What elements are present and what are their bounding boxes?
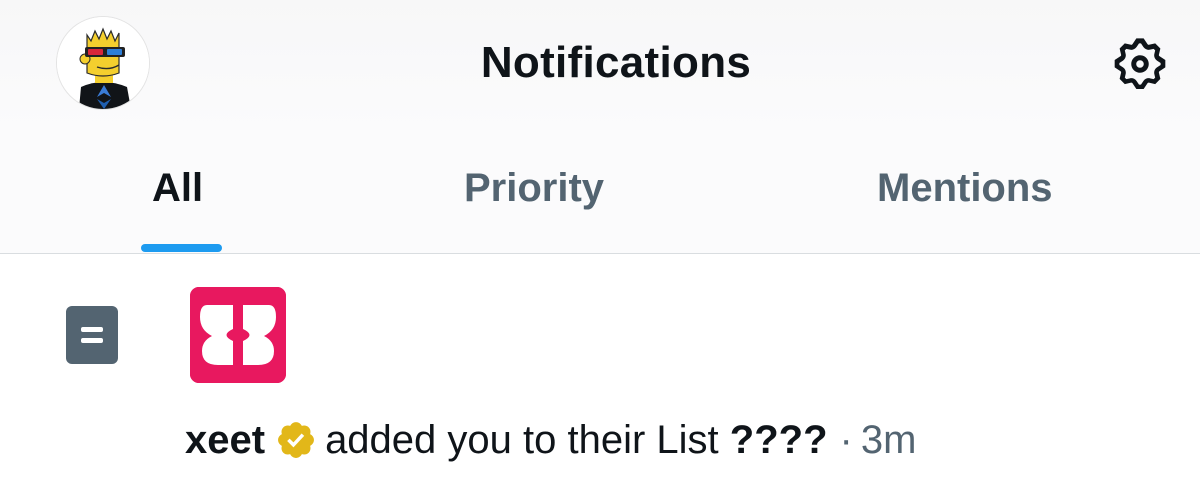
- tab-bar: All Priority Mentions: [0, 130, 1200, 254]
- action-text: added you to their List: [325, 417, 719, 462]
- tab-mentions[interactable]: Mentions: [877, 166, 1053, 211]
- xeet-logo-icon[interactable]: [190, 287, 286, 383]
- verified-badge-icon: [275, 419, 317, 461]
- top-bar: Notifications: [0, 0, 1200, 130]
- list-icon: [66, 306, 118, 364]
- tab-priority[interactable]: Priority: [464, 166, 604, 211]
- timestamp: 3m: [860, 417, 917, 462]
- page-title: Notifications: [480, 38, 752, 87]
- list-name[interactable]: ????: [730, 418, 828, 463]
- active-tab-indicator: [141, 244, 222, 252]
- actor-name[interactable]: xeet: [185, 418, 265, 463]
- notification-text: xeet added you to their List ???? · 3m: [185, 410, 916, 470]
- tab-all[interactable]: All: [152, 166, 203, 211]
- separator-dot: ·: [839, 417, 853, 462]
- settings-button[interactable]: [1110, 34, 1170, 94]
- gear-icon: [1114, 38, 1166, 90]
